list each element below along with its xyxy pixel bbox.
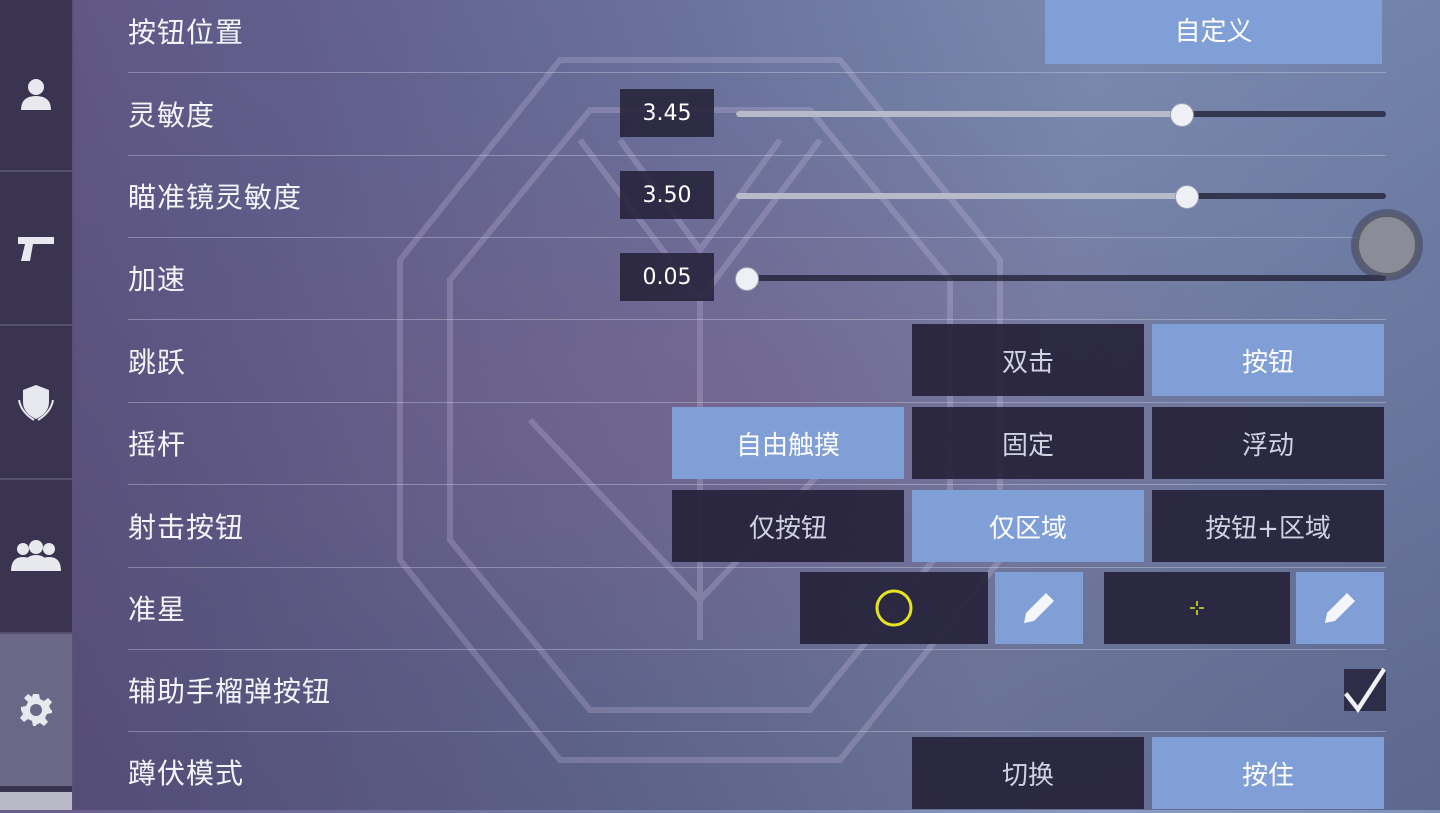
scope-sensitivity-label: 瞄准镜灵敏度: [128, 181, 303, 214]
setting-row-acceleration: 加速 0.05: [128, 237, 1386, 320]
dot-crosshair-icon: [1190, 601, 1204, 615]
button-position-label: 按钮位置: [128, 16, 245, 49]
person-icon: [21, 79, 51, 110]
pencil-icon: [1024, 593, 1054, 623]
fire-button-label: 射击按钮: [128, 511, 245, 544]
setting-row-sensitivity: 灵敏度 3.45: [128, 73, 1386, 156]
shield-icon: [18, 385, 54, 421]
acceleration-slider-thumb[interactable]: [734, 267, 759, 291]
jump-label: 跳跃: [128, 346, 187, 379]
scope-sensitivity-slider[interactable]: [736, 185, 1386, 209]
crouch-mode-label: 蹲伏模式: [128, 757, 245, 790]
sidebar: [0, 0, 74, 810]
sensitivity-slider[interactable]: [736, 103, 1386, 127]
crosshair-edit-button-2[interactable]: [1296, 572, 1384, 644]
jump-button-button[interactable]: 按钮: [1152, 324, 1384, 396]
sidebar-item-badges[interactable]: [0, 326, 72, 480]
setting-row-scope-sensitivity: 瞄准镜灵敏度 3.50: [128, 155, 1386, 238]
crosshair-option-dot[interactable]: [1104, 572, 1290, 644]
gear-icon: [20, 694, 52, 726]
setting-row-crouch-mode: 蹲伏模式 切换 按住: [128, 731, 1386, 813]
checkmark-icon: [1344, 667, 1386, 714]
jump-double-tap-button[interactable]: 双击: [912, 324, 1144, 396]
sensitivity-label: 灵敏度: [128, 99, 216, 132]
acceleration-label: 加速: [128, 263, 187, 296]
sensitivity-value: 3.45: [620, 89, 714, 137]
crosshair-label: 准星: [128, 593, 187, 626]
fire-area-only-button[interactable]: 仅区域: [912, 490, 1144, 562]
setting-row-button-position: 按钮位置 自定义: [128, 0, 1386, 73]
setting-row-grenade-button: 辅助手榴弹按钮: [128, 649, 1386, 732]
pistol-icon: [18, 237, 54, 261]
sidebar-item-weapons[interactable]: [0, 172, 72, 326]
setting-row-fire-button: 射击按钮 仅按钮 仅区域 按钮+区域: [128, 485, 1386, 568]
joystick-free-touch-button[interactable]: 自由触摸: [672, 407, 904, 479]
acceleration-slider[interactable]: [734, 267, 1386, 291]
setting-row-crosshair: 准星: [128, 567, 1386, 650]
sidebar-bottom-strip: [0, 792, 72, 810]
scope-sensitivity-slider-thumb[interactable]: [1175, 185, 1200, 209]
pencil-icon: [1325, 593, 1355, 623]
joystick-label: 摇杆: [128, 428, 187, 461]
fire-button-only-button[interactable]: 仅按钮: [672, 490, 904, 562]
circle-crosshair-icon: [875, 589, 913, 627]
joystick-floating-button[interactable]: 浮动: [1152, 407, 1384, 479]
crouch-hold-button[interactable]: 按住: [1152, 737, 1384, 809]
scope-sensitivity-slider-fill: [736, 193, 1187, 199]
group-icon: [11, 540, 61, 571]
scope-sensitivity-value: 3.50: [620, 171, 714, 219]
crosshair-edit-button-1[interactable]: [995, 572, 1083, 644]
button-position-custom-button[interactable]: 自定义: [1045, 0, 1382, 64]
grenade-button-checkbox[interactable]: [1344, 667, 1386, 714]
sidebar-item-profile[interactable]: [0, 18, 72, 172]
setting-row-jump: 跳跃 双击 按钮: [128, 320, 1386, 403]
crosshair-option-circle[interactable]: [800, 572, 988, 644]
joystick-fixed-button[interactable]: 固定: [912, 407, 1144, 479]
sensitivity-slider-thumb[interactable]: [1170, 103, 1195, 127]
floating-joystick-knob[interactable]: [1356, 214, 1418, 276]
crouch-toggle-button[interactable]: 切换: [912, 737, 1144, 809]
sidebar-item-settings[interactable]: [0, 634, 72, 786]
setting-row-joystick: 摇杆 自由触摸 固定 浮动: [128, 402, 1386, 485]
sensitivity-slider-fill: [736, 111, 1182, 117]
sidebar-item-friends[interactable]: [0, 480, 72, 634]
fire-button-plus-area-button[interactable]: 按钮+区域: [1152, 490, 1384, 562]
grenade-button-label: 辅助手榴弹按钮: [128, 675, 332, 708]
acceleration-value: 0.05: [620, 253, 714, 301]
